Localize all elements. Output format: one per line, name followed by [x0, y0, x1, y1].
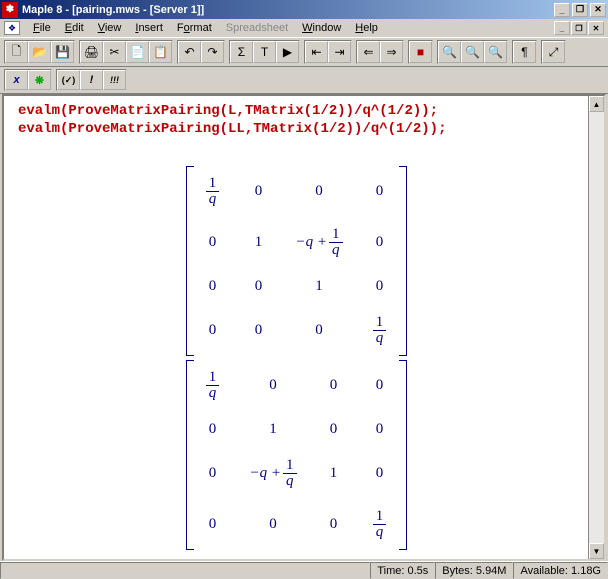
leaf-button[interactable]: ❋: [28, 70, 51, 90]
worksheet-area[interactable]: evalm(ProveMatrixPairing(L,TMatrix(1/2))…: [4, 96, 588, 559]
menu-spreadsheet: Spreadsheet: [219, 20, 295, 36]
status-time: Time: 0.5s: [370, 562, 435, 579]
output-area: 1q 0 0 0 0 1 −q +1q 0 0 0 1 0 0 0: [18, 166, 574, 550]
print-button[interactable]: 🖨: [80, 41, 103, 63]
menu-insert[interactable]: Insert: [128, 20, 170, 36]
nonprint-button[interactable]: ¶: [513, 41, 536, 63]
remove-output-button[interactable]: x: [5, 70, 28, 90]
status-available: Available: 1.18G: [513, 562, 608, 579]
menu-help[interactable]: Help: [348, 20, 385, 36]
undo-button[interactable]: ↶: [178, 41, 201, 63]
maximize-button[interactable]: ❐: [572, 3, 588, 17]
forward-button[interactable]: ⇒: [380, 41, 403, 63]
matrix-output-2: 1q 0 0 0 0 1 0 0 0 −q +1q 1 0 0 0: [186, 360, 407, 550]
cut-button[interactable]: ✂: [103, 41, 126, 63]
redo-button[interactable]: ↷: [201, 41, 224, 63]
save-button[interactable]: 💾: [51, 41, 74, 63]
open-button[interactable]: 📂: [28, 41, 51, 63]
toolbar-context: x ❋ (✓) ! !!!: [0, 67, 608, 94]
execute-all-button[interactable]: !!!: [103, 70, 126, 90]
input-line-2[interactable]: evalm(ProveMatrixPairing(LL,TMatrix(1/2)…: [18, 120, 574, 138]
indent-button[interactable]: ⇥: [328, 41, 351, 63]
menu-view[interactable]: View: [91, 20, 129, 36]
titlebar: ✽ Maple 8 - [pairing.mws - [Server 1]] _…: [0, 0, 608, 19]
menu-edit[interactable]: Edit: [58, 20, 91, 36]
group-button[interactable]: ▶: [276, 41, 299, 63]
stop-button[interactable]: ■: [409, 41, 432, 63]
app-icon: ✽: [2, 2, 18, 18]
mdi-close-button[interactable]: ✕: [588, 21, 604, 35]
outdent-button[interactable]: ⇤: [305, 41, 328, 63]
resize-button[interactable]: ⤢: [542, 41, 565, 63]
menubar: ❖ File Edit View Insert Format Spreadshe…: [0, 19, 608, 37]
statusbar: Time: 0.5s Bytes: 5.94M Available: 1.18G: [0, 561, 608, 579]
close-button[interactable]: ✕: [590, 3, 606, 17]
menu-format[interactable]: Format: [170, 20, 219, 36]
window-title: Maple 8 - [pairing.mws - [Server 1]]: [22, 4, 554, 16]
toolbar-main: 🗋 📂 💾 🖨 ✂ 📄 📋 ↶ ↷ Σ T ▶ ⇤ ⇥ ⇐ ⇒ ■ 🔍 🔍 🔍 …: [0, 37, 608, 67]
execute-button[interactable]: (✓): [57, 70, 80, 90]
zoom-in-button[interactable]: 🔍: [438, 41, 461, 63]
zoom-reset-button[interactable]: 🔍: [484, 41, 507, 63]
new-button[interactable]: 🗋: [5, 41, 28, 63]
matrix-output-1: 1q 0 0 0 0 1 −q +1q 0 0 0 1 0 0 0: [186, 166, 407, 356]
scroll-track[interactable]: [589, 112, 604, 543]
worksheet-frame: evalm(ProveMatrixPairing(L,TMatrix(1/2))…: [2, 94, 606, 561]
text-button[interactable]: T: [253, 41, 276, 63]
menu-file[interactable]: File: [26, 20, 58, 36]
paste-button[interactable]: 📋: [149, 41, 172, 63]
sigma-button[interactable]: Σ: [230, 41, 253, 63]
copy-button[interactable]: 📄: [126, 41, 149, 63]
scroll-up-button[interactable]: ▲: [589, 96, 604, 112]
menu-window[interactable]: Window: [295, 20, 348, 36]
status-bytes: Bytes: 5.94M: [435, 562, 513, 579]
scroll-down-button[interactable]: ▼: [589, 543, 604, 559]
mdi-icon[interactable]: ❖: [4, 21, 20, 35]
zoom-out-button[interactable]: 🔍: [461, 41, 484, 63]
mdi-minimize-button[interactable]: _: [554, 21, 570, 35]
excl-button[interactable]: !: [80, 70, 103, 90]
input-line-1[interactable]: evalm(ProveMatrixPairing(L,TMatrix(1/2))…: [18, 102, 574, 120]
vertical-scrollbar[interactable]: ▲ ▼: [588, 96, 604, 559]
minimize-button[interactable]: _: [554, 3, 570, 17]
back-button[interactable]: ⇐: [357, 41, 380, 63]
mdi-restore-button[interactable]: ❐: [571, 21, 587, 35]
